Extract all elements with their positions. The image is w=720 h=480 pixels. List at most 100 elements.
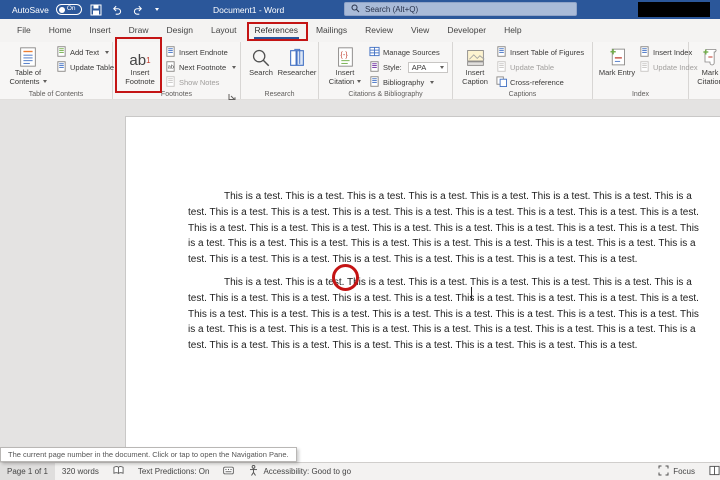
update-table-captions-button[interactable]: Update Table: [496, 61, 584, 73]
insert-caption-icon: [465, 44, 486, 68]
redo-icon[interactable]: [131, 3, 145, 17]
insert-footnote-icon: ab1: [129, 44, 150, 68]
group-label-table-of-contents: Table of Contents: [0, 91, 112, 98]
focus-icon: [658, 465, 669, 478]
svg-text:ab: ab: [168, 64, 174, 70]
view-mode-icon: [709, 465, 720, 478]
ribbon: Table of Contents Add Text Update Table …: [0, 42, 720, 100]
show-notes-button[interactable]: Show Notes: [165, 76, 236, 88]
tab-help[interactable]: Help: [495, 20, 530, 41]
autosave-label: AutoSave: [12, 5, 49, 15]
tab-file[interactable]: File: [8, 20, 40, 41]
group-research: Search Researcher Research: [241, 42, 319, 99]
ribbon-tab-bar: File Home Insert Draw Design Layout Refe…: [0, 19, 720, 42]
update-table-icon: [56, 61, 67, 74]
search-ribbon-icon: [251, 44, 271, 68]
view-mode-button[interactable]: [702, 463, 720, 480]
text-predictions-icon-seg[interactable]: [216, 463, 241, 480]
text-predictions-icon: [223, 465, 234, 478]
table-of-contents-button[interactable]: Table of Contents: [2, 44, 54, 86]
table-of-contents-icon: [17, 44, 39, 68]
tooltip-text: The current page number in the document.…: [8, 450, 289, 459]
manage-sources-button[interactable]: Manage Sources: [369, 46, 448, 58]
update-index-icon: [639, 61, 650, 74]
next-footnote-icon: ab: [165, 61, 176, 74]
search-input[interactable]: Search (Alt+Q): [344, 2, 577, 16]
group-label-footnotes: Footnotes: [113, 91, 240, 98]
autosave-toggle[interactable]: On: [56, 4, 82, 15]
page-number-tooltip: The current page number in the document.…: [0, 447, 297, 462]
group-table-of-authorities: Mark Citation: [689, 42, 720, 99]
insert-endnote-button[interactable]: Insert Endnote: [165, 46, 236, 58]
tab-home[interactable]: Home: [40, 20, 81, 41]
toggle-knob-icon: [59, 7, 65, 13]
insert-caption-button[interactable]: Insert Caption: [456, 44, 494, 86]
accessibility-status[interactable]: Accessibility: Good to go: [241, 463, 358, 480]
title-bar: AutoSave On Document1 - Word Search (Alt…: [0, 0, 720, 19]
update-table-button[interactable]: Update Table: [56, 61, 114, 73]
next-footnote-button[interactable]: abNext Footnote: [165, 61, 236, 73]
group-label-citations: Citations & Bibliography: [319, 91, 452, 98]
bibliography-button[interactable]: Bibliography: [369, 76, 448, 88]
page-number-status[interactable]: Page 1 of 1: [0, 463, 55, 480]
style-select[interactable]: APA: [408, 62, 448, 73]
mark-entry-button[interactable]: Mark Entry: [598, 44, 636, 78]
svg-text:{-}: {-}: [340, 50, 348, 59]
quick-access-toolbar: AutoSave On: [12, 0, 159, 19]
group-citations-bibliography: {-} Insert Citation Manage Sources Style…: [319, 42, 453, 99]
tab-references[interactable]: References: [246, 20, 307, 41]
insert-citation-icon: {-}: [334, 44, 356, 68]
proofing-book-icon: [113, 465, 124, 478]
qat-customize-chevron-icon[interactable]: [155, 8, 159, 11]
document-page[interactable]: This is a test. This is a test. This is …: [125, 116, 720, 462]
bibliography-icon: [369, 76, 380, 89]
redacted-account-box: [638, 2, 710, 17]
researcher-icon: [287, 44, 307, 68]
researcher-button[interactable]: Researcher: [277, 44, 317, 78]
mark-citation-icon: [700, 44, 720, 68]
word-count-status[interactable]: 320 words: [55, 463, 106, 480]
cross-reference-icon: [496, 76, 507, 89]
tab-view[interactable]: View: [402, 20, 438, 41]
manage-sources-icon: [369, 46, 380, 59]
proofing-status[interactable]: [106, 463, 131, 480]
save-icon[interactable]: [89, 3, 103, 17]
status-bar: Page 1 of 1 320 words Text Predictions: …: [0, 462, 720, 480]
add-text-icon: [56, 46, 67, 59]
group-label-research: Research: [241, 91, 318, 98]
undo-icon[interactable]: [110, 3, 124, 17]
tab-developer[interactable]: Developer: [438, 20, 495, 41]
document-text[interactable]: This is a test. This is a test. This is …: [188, 189, 704, 361]
accessibility-icon: [248, 465, 259, 478]
tab-mailings[interactable]: Mailings: [307, 20, 356, 41]
group-table-of-contents: Table of Contents Add Text Update Table …: [0, 42, 113, 99]
update-table-captions-icon: [496, 61, 507, 74]
add-text-button[interactable]: Add Text: [56, 46, 114, 58]
focus-mode-button[interactable]: Focus: [651, 463, 702, 480]
insert-footnote-button[interactable]: ab1 Insert Footnote: [119, 44, 161, 86]
search-button[interactable]: Search: [244, 44, 278, 78]
tab-layout[interactable]: Layout: [202, 20, 246, 41]
tab-design[interactable]: Design: [158, 20, 202, 41]
group-label-index: Index: [593, 91, 688, 98]
group-index: Mark Entry Insert Index Update Index Ind…: [593, 42, 689, 99]
style-dropdown[interactable]: Style:APA: [369, 61, 448, 73]
cross-reference-button[interactable]: Cross-reference: [496, 76, 584, 88]
document-title: Document1 - Word: [213, 0, 284, 19]
footnotes-dialog-launcher-icon[interactable]: [228, 88, 237, 97]
mark-citation-button[interactable]: Mark Citation: [695, 44, 720, 86]
paragraph: This is a test. This is a test. This is …: [188, 189, 704, 268]
style-icon: [369, 61, 380, 74]
insert-citation-button[interactable]: {-} Insert Citation: [324, 44, 366, 86]
text-predictions-status[interactable]: Text Predictions: On: [131, 463, 217, 480]
word-window: AutoSave On Document1 - Word Search (Alt…: [0, 0, 720, 480]
insert-table-of-figures-icon: [496, 46, 507, 59]
autosave-state: On: [67, 6, 76, 13]
search-placeholder: Search (Alt+Q): [365, 5, 418, 14]
tab-review[interactable]: Review: [356, 20, 402, 41]
tab-draw[interactable]: Draw: [120, 20, 158, 41]
group-footnotes: ab1 Insert Footnote Insert Endnote abNex…: [113, 42, 241, 99]
tab-insert[interactable]: Insert: [80, 20, 119, 41]
group-captions: Insert Caption Insert Table of Figures U…: [453, 42, 593, 99]
insert-table-of-figures-button[interactable]: Insert Table of Figures: [496, 46, 584, 58]
